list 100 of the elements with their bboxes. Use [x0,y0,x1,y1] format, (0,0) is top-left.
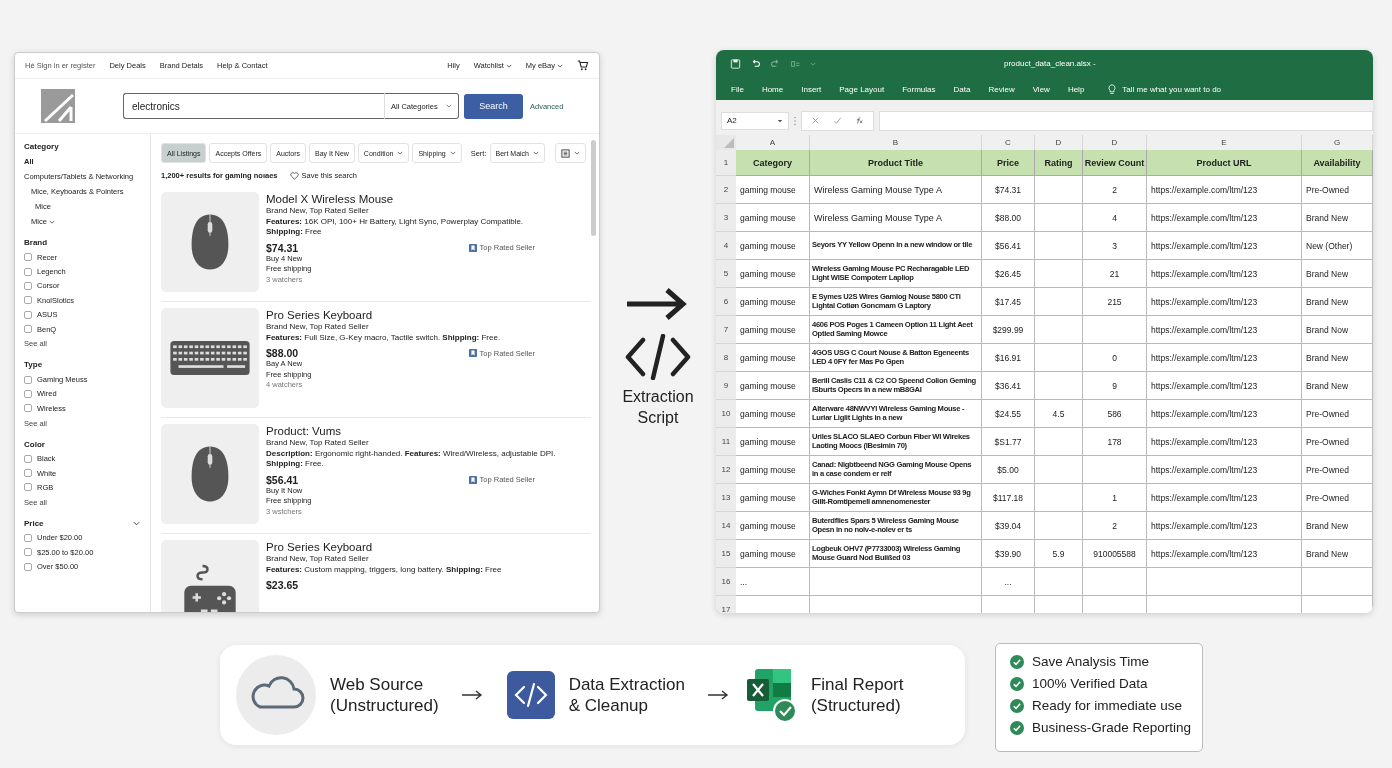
ribbon-tab[interactable]: Data [953,84,971,94]
row-number[interactable]: 12 [716,456,736,484]
table-cell: 2 [1083,176,1147,204]
undo-icon[interactable] [750,59,761,69]
redo-icon[interactable] [770,59,781,69]
row-number[interactable]: 8 [716,344,736,372]
table-cell: https://example.com/ltm/123 [1147,176,1302,204]
ribbon-tab[interactable]: Formulas [902,84,936,94]
row-number[interactable]: 11 [716,428,736,456]
row-number[interactable]: 3 [716,204,736,232]
cancel-icon[interactable] [811,116,820,125]
row-number[interactable]: 15 [716,540,736,568]
checkbox[interactable] [24,469,32,478]
row-number[interactable]: 6 [716,288,736,316]
step-title: Web Source [330,674,425,695]
search-field[interactable]: electronics [123,93,385,119]
product-thumbnail[interactable] [161,540,259,612]
ribbon-tab[interactable]: Review [988,84,1015,94]
listing-title[interactable]: Pro Series Keyboard [266,308,591,322]
checkbox[interactable] [24,389,32,398]
row-number[interactable]: 13 [716,484,736,512]
row-number[interactable]: 4 [716,232,736,260]
table-cell [1035,176,1083,204]
listing-title[interactable]: Model X Wireless Mouse [266,192,591,206]
ribbon-tab[interactable]: Insert [801,84,822,94]
select-all-icon[interactable] [724,138,734,148]
table-cell: $24.55 [982,400,1035,428]
checkbox[interactable] [24,253,32,262]
table-cell: gaming mouse [736,540,810,568]
view-options-button[interactable] [555,143,586,163]
ribbon-tab[interactable]: File [731,84,744,94]
ribbon-tab[interactable]: View [1032,84,1050,94]
checkbox[interactable] [24,454,32,463]
checkbox[interactable] [24,375,32,384]
logo-icon[interactable] [41,89,75,123]
step-subtitle: (Unstructured) [330,695,439,716]
row-number[interactable]: 1 [716,150,736,176]
checkbox[interactable] [24,483,32,492]
checkbox[interactable] [24,296,32,305]
filter-heading: Brand [24,238,48,247]
table-cell: https://example.com/ltm/123 [1147,204,1302,232]
heart-icon [289,171,299,180]
save-icon[interactable] [730,59,741,69]
chevron-icon[interactable] [133,520,140,526]
table-cell: https://example.com/ltm/123 [1147,288,1302,316]
table-cell: $16.91 [982,344,1035,372]
caret-icon[interactable] [810,62,816,66]
checkbox[interactable] [24,533,32,542]
table-cell: gaming mouse [736,372,810,400]
table-cell: $39.90 [982,540,1035,568]
check-circle-icon [1010,720,1024,735]
name-box[interactable]: A2 [721,111,789,130]
product-thumbnail[interactable] [161,192,259,292]
checkbox[interactable] [24,267,32,276]
caret-icon [505,63,512,68]
checkbox[interactable] [24,325,32,334]
table-cell: Wireless Gaming Mouse Type A [810,176,982,204]
row-number[interactable]: 7 [716,316,736,344]
checkbox[interactable] [24,548,32,557]
filter-heading: Price [24,518,44,528]
table-cell: gaming mouse [736,456,810,484]
row-number[interactable]: 5 [716,260,736,288]
table-cell: gaming mouse [736,400,810,428]
table-cell: 586 [1083,400,1147,428]
row-number[interactable]: 16 [716,568,736,596]
checkbox[interactable] [24,310,32,319]
product-thumbnail[interactable] [161,424,259,524]
row-number[interactable]: 17 [716,596,736,613]
listing-title[interactable]: Product: Vums [266,424,591,438]
ribbon-tab[interactable]: Help [1067,84,1085,94]
row-number[interactable]: 14 [716,512,736,540]
header-cell: Rating [1035,150,1083,176]
search-button[interactable]: Search [464,93,523,119]
row-number[interactable]: 2 [716,176,736,204]
listing-price: $56.41 [266,473,299,486]
ribbon-tab[interactable]: Home [761,84,784,94]
listing-subtitle: Brand New, Top Rated Seller [266,438,370,449]
row-number[interactable]: 10 [716,400,736,428]
check-icon[interactable] [833,116,842,125]
row-number[interactable]: 9 [716,372,736,400]
cart-icon[interactable] [577,60,589,71]
table-cell: Pre-Owned [1302,176,1373,204]
arrow-icon [460,690,483,700]
formula-field[interactable] [879,110,1373,131]
header-cell: Review Count [1083,150,1147,176]
caret-icon [397,151,404,155]
product-thumbnail[interactable] [161,308,259,408]
table-cell: $117.18 [982,484,1035,512]
table-cell: 4.5 [1035,400,1083,428]
table-cell: Pre-Owned [1302,400,1373,428]
checkbox[interactable] [24,404,32,413]
arrow-icon [706,690,729,700]
ribbon-tab[interactable]: Page Layout [839,84,885,94]
listing-title[interactable]: Pro Series Keyboard [266,540,591,554]
filter-heading: Type [24,360,43,370]
function-icon[interactable] [855,116,864,125]
window-title: product_data_clean.alsx - [1004,59,1096,68]
tell-me-field[interactable]: Tall me what you want to do [1122,84,1222,94]
checkbox[interactable] [24,281,32,290]
checkbox[interactable] [24,562,32,571]
